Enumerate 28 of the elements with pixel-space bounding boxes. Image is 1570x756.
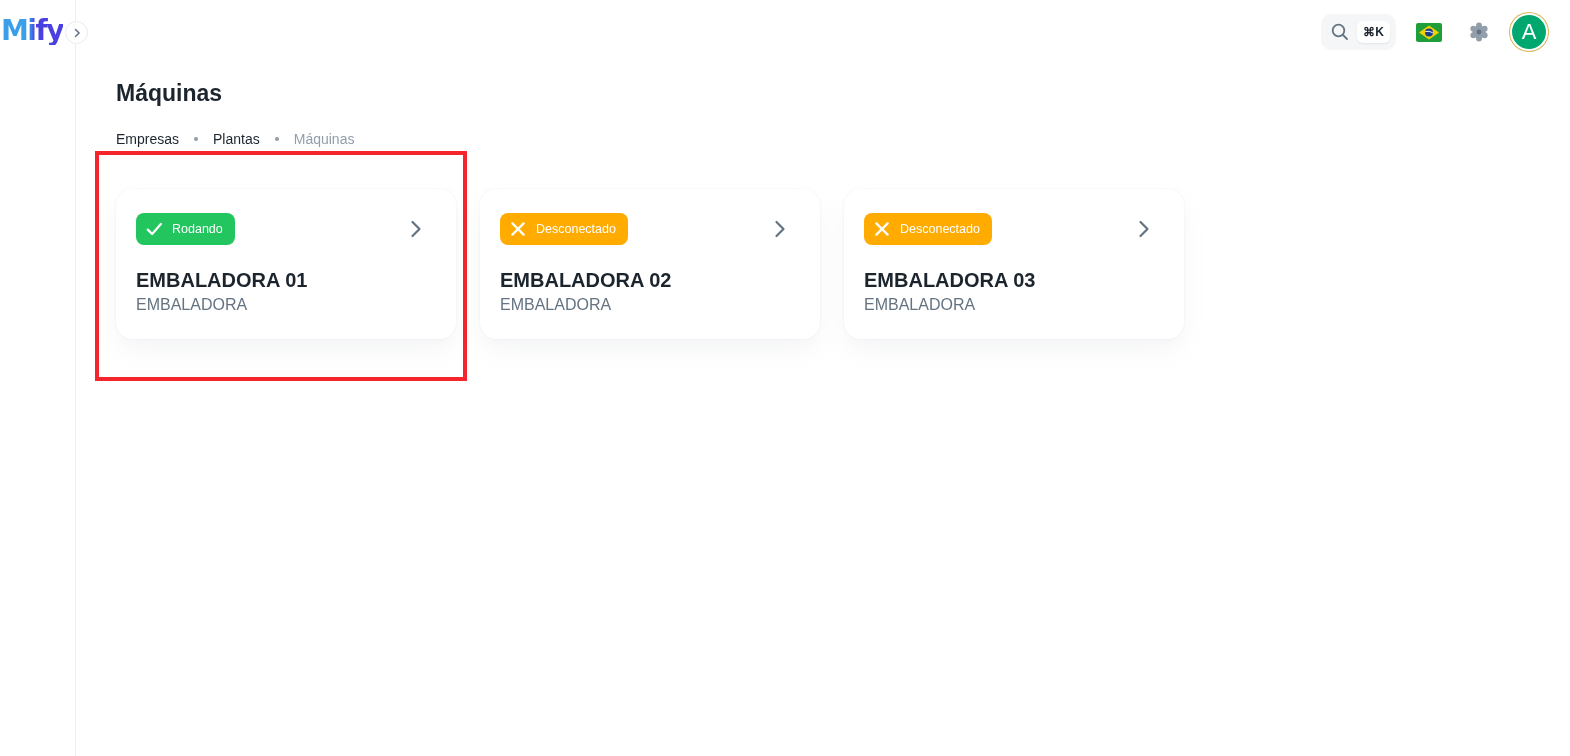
chevron-right-icon <box>72 27 81 38</box>
machine-name: EMBALADORA 03 <box>864 269 1037 292</box>
cross-icon <box>508 219 528 239</box>
machine-card[interactable]: Desconectado EMBALADORA 02 EMBALADORA <box>480 189 820 339</box>
chevron-right-icon <box>410 220 422 238</box>
chevron-right-icon <box>774 220 786 238</box>
shortcut-key: ⌘K <box>1357 21 1390 43</box>
machine-card[interactable]: Desconectado EMBALADORA 03 EMBALADORA <box>844 189 1184 339</box>
breadcrumb-link[interactable]: Plantas <box>213 131 260 147</box>
machine-type: EMBALADORA <box>500 296 613 314</box>
expand-sidebar-button[interactable] <box>65 21 88 44</box>
status-badge: Rodando <box>136 213 235 245</box>
machine-type: EMBALADORA <box>136 296 249 314</box>
page-title: Máquinas <box>116 80 224 107</box>
breadcrumb-link[interactable]: Empresas <box>116 131 180 147</box>
search-icon <box>1331 23 1350 41</box>
flag-icon <box>1416 22 1442 42</box>
machine-card[interactable]: Rodando EMBALADORA 01 EMBALADORA <box>116 189 456 339</box>
machine-name: EMBALADORA 01 <box>136 269 309 292</box>
cross-icon <box>872 219 892 239</box>
search-button[interactable]: ⌘K <box>1321 14 1396 50</box>
status-badge: Desconectado <box>864 213 992 245</box>
machine-type: EMBALADORA <box>864 296 977 314</box>
settings-icon <box>1468 21 1490 43</box>
logo: Mify <box>1 17 63 45</box>
chevron-right-icon <box>1138 220 1150 238</box>
status-badge: Desconectado <box>500 213 628 245</box>
machine-name: EMBALADORA 02 <box>500 269 673 292</box>
